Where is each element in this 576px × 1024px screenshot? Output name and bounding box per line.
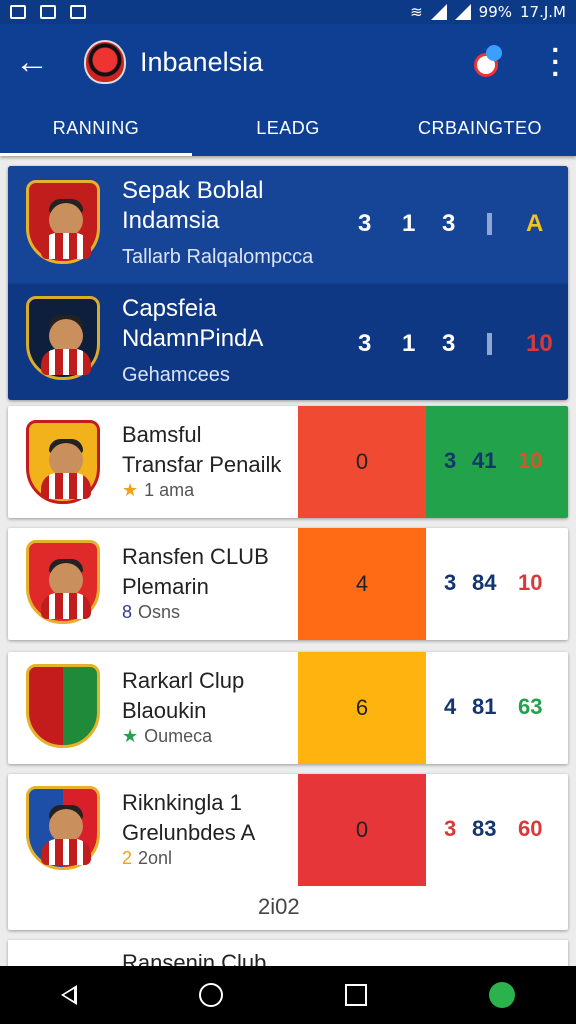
stat-b: 83 bbox=[472, 816, 497, 841]
tab-ranning[interactable]: RANNING bbox=[0, 100, 192, 156]
stat-c: 60 bbox=[518, 816, 543, 841]
status-right: ≋ 99% 17.J.M bbox=[410, 3, 566, 21]
notification-icons bbox=[10, 5, 86, 19]
club-meta: 8 Osns bbox=[122, 602, 181, 622]
ball-icon[interactable] bbox=[472, 45, 506, 79]
stat-3: 3 bbox=[442, 330, 456, 357]
rank-mark: 10 bbox=[526, 330, 553, 357]
stat-a: 3 bbox=[444, 448, 457, 473]
more-options-icon[interactable]: · · · bbox=[536, 36, 576, 88]
club-crest bbox=[26, 664, 100, 748]
stat-a: 3 bbox=[444, 570, 457, 595]
club-crest bbox=[26, 180, 100, 264]
signal-icon bbox=[430, 4, 447, 20]
stat-b: 81 bbox=[472, 694, 497, 719]
club-card[interactable]: Bamsful Transfar Penailk ★ 1 ama 0 3 41 1… bbox=[8, 406, 568, 518]
club-name: Ransfen CLUB Plemarin bbox=[122, 544, 269, 599]
badge-icon: 8 bbox=[122, 602, 133, 622]
score-block: 0 bbox=[298, 406, 426, 518]
system-nav-bar bbox=[0, 966, 576, 1024]
stat-a: 4 bbox=[444, 694, 457, 719]
nav-home-icon[interactable] bbox=[199, 983, 223, 1007]
battery-percent: 99% bbox=[478, 3, 512, 21]
stat-c: 10 bbox=[518, 570, 543, 595]
stat-3: 3 bbox=[442, 210, 456, 237]
download-icon bbox=[70, 5, 86, 19]
stats-block: 4 81 63 bbox=[426, 652, 568, 764]
club-meta: 2 2onl bbox=[122, 848, 173, 868]
club-meta: ★ 1 ama bbox=[122, 480, 195, 500]
stats-block: 3 84 10 bbox=[426, 528, 568, 640]
club-subtitle: Gehamcees bbox=[122, 364, 230, 386]
stat-2: 1 bbox=[402, 210, 416, 237]
page-number: 2i02 bbox=[258, 894, 300, 919]
club-crest bbox=[26, 420, 100, 504]
status-bar: ≋ 99% 17.J.M bbox=[0, 0, 576, 24]
club-name: Sepak Boblal Indamsia bbox=[122, 177, 264, 234]
wifi-icon: ≋ bbox=[410, 3, 423, 21]
stat-b: 84 bbox=[472, 570, 497, 595]
club-subtitle: Tallarb Ralqalompcca bbox=[122, 246, 314, 268]
nav-recents-icon[interactable] bbox=[345, 984, 367, 1006]
star-icon: ★ bbox=[122, 480, 139, 500]
stat-c: 10 bbox=[518, 448, 543, 473]
app-bar: ← Inbanelsia · · · bbox=[0, 24, 576, 100]
club-name: Bamsful Transfar Penailk bbox=[122, 422, 282, 477]
featured-card[interactable]: Sepak Boblal Indamsia Tallarb Ralqalompc… bbox=[8, 166, 568, 400]
message-icon bbox=[10, 5, 26, 19]
club-name: Rarkarl Clup Blaoukin bbox=[122, 668, 245, 723]
stats-block: 3 41 10 bbox=[426, 406, 568, 518]
stat-1: 3 bbox=[358, 330, 372, 357]
rank-icon: 2 bbox=[122, 848, 133, 868]
club-name: Riknkingla 1 Grelunbdes A bbox=[122, 790, 256, 845]
stat-2: 1 bbox=[402, 330, 416, 357]
featured-row[interactable]: Capsfeia NdamnPindA Gehamcees 3 1 3 10 bbox=[8, 284, 568, 400]
nav-back-icon[interactable] bbox=[61, 985, 77, 1005]
club-card[interactable]: Rarkarl Clup Blaoukin ★ Oumeca 6 4 81 63 bbox=[8, 652, 568, 764]
assistant-icon[interactable] bbox=[489, 982, 515, 1008]
stat-a: 3 bbox=[444, 816, 457, 841]
score-block: 4 bbox=[298, 528, 426, 640]
back-arrow-icon[interactable]: ← bbox=[0, 24, 64, 100]
tab-leadg[interactable]: LEADG bbox=[192, 100, 384, 156]
stat-1: 3 bbox=[358, 210, 372, 237]
app-title: Inbanelsia bbox=[140, 46, 264, 77]
signal-icon-2 bbox=[454, 4, 471, 20]
score-block: 0 bbox=[298, 774, 426, 886]
rank-mark: A bbox=[526, 210, 544, 237]
team-logo bbox=[84, 40, 126, 84]
club-crest bbox=[26, 786, 100, 870]
stat-b: 41 bbox=[472, 448, 497, 473]
club-crest bbox=[26, 540, 100, 624]
stats-block: 3 83 60 bbox=[426, 774, 568, 886]
score-block: 6 bbox=[298, 652, 426, 764]
club-meta: ★ Oumeca bbox=[122, 726, 213, 746]
club-crest bbox=[26, 296, 100, 380]
club-card[interactable]: Ransfen CLUB Plemarin 8 Osns 4 3 84 10 bbox=[8, 528, 568, 640]
divider-bar bbox=[487, 213, 492, 235]
star-icon: ★ bbox=[122, 726, 139, 746]
tab-crbaingteo[interactable]: CRBAINGTEO bbox=[384, 100, 576, 156]
image-icon bbox=[40, 5, 56, 19]
clock: 17.J.M bbox=[520, 3, 566, 21]
divider-bar bbox=[487, 333, 492, 355]
tab-bar: RANNING LEADG CRBAINGTEO bbox=[0, 100, 576, 156]
featured-row[interactable]: Sepak Boblal Indamsia Tallarb Ralqalompc… bbox=[8, 166, 568, 282]
stat-c: 63 bbox=[518, 694, 543, 719]
club-name: Capsfeia NdamnPindA bbox=[122, 295, 264, 352]
